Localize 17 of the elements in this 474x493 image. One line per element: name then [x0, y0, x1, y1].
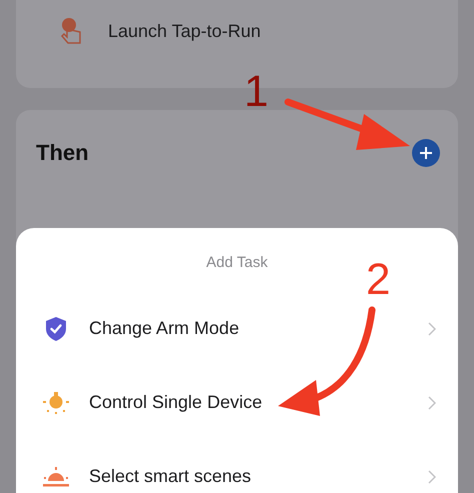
- shield-check-icon: [45, 316, 67, 342]
- bulb-icon: [42, 390, 70, 414]
- annotation-number: 1: [244, 70, 268, 114]
- chevron-right-icon: [428, 470, 436, 484]
- task-option[interactable]: Control Single Device: [16, 390, 458, 414]
- sheet-title: Add Task: [206, 253, 268, 273]
- annotation-number: 2: [366, 258, 390, 302]
- trigger-label: Launch Tap-to-Run: [108, 20, 261, 43]
- chevron-right-icon: [428, 322, 436, 336]
- plus-icon: [419, 146, 433, 160]
- tap-hand-icon: [60, 17, 84, 45]
- task-option[interactable]: Change Arm Mode: [16, 316, 458, 340]
- task-option[interactable]: Select smart scenes: [16, 464, 458, 488]
- sunrise-icon: [41, 466, 71, 488]
- then-heading: Then: [36, 139, 89, 167]
- chevron-right-icon: [428, 396, 436, 410]
- add-button[interactable]: [412, 138, 440, 166]
